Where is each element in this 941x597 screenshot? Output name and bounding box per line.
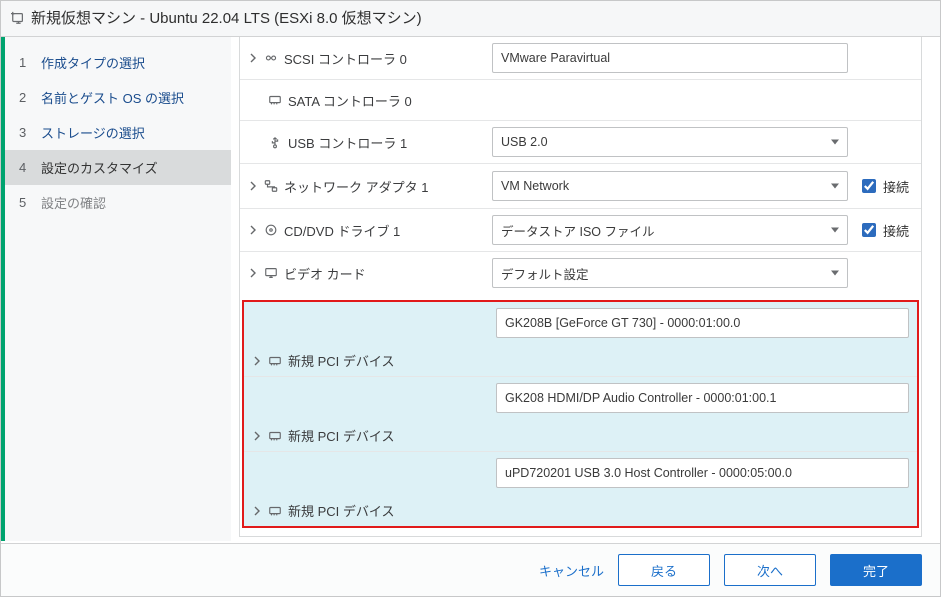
- step-create-type[interactable]: 1 作成タイプの選択: [5, 45, 231, 80]
- monitor-icon: [264, 266, 278, 280]
- chevron-right-icon: [254, 356, 262, 366]
- step-label: 設定の確認: [41, 193, 106, 212]
- video-select[interactable]: デフォルト設定: [492, 258, 848, 288]
- dialog-title: 新規仮想マシン - Ubuntu 22.04 LTS (ESXi 8.0 仮想マ…: [31, 7, 422, 28]
- row-label[interactable]: 新規 PCI デバイス: [244, 501, 496, 520]
- chevron-right-icon: [254, 506, 262, 516]
- chevron-down-icon: [831, 184, 839, 189]
- chevron-right-icon: [250, 181, 258, 191]
- row-video: ビデオ カード デフォルト設定: [240, 251, 921, 294]
- step-num: 1: [19, 55, 31, 70]
- chevron-right-icon: [250, 268, 258, 278]
- row-network: ネットワーク アダプタ 1 VM Network 接続: [240, 163, 921, 208]
- row-label[interactable]: SCSI コントローラ 0: [240, 49, 492, 68]
- select-value: uPD720201 USB 3.0 Host Controller - 0000…: [505, 466, 792, 480]
- step-label: ストレージの選択: [41, 123, 145, 142]
- select-value: VM Network: [501, 179, 569, 193]
- row-label-text: ビデオ カード: [284, 264, 366, 283]
- step-customize[interactable]: 4 設定のカスタマイズ: [5, 150, 231, 185]
- select-value: VMware Paravirtual: [501, 51, 610, 65]
- chevron-right-icon: [250, 225, 258, 235]
- dialog: 新規仮想マシン - Ubuntu 22.04 LTS (ESXi 8.0 仮想マ…: [0, 0, 941, 597]
- pci3-value[interactable]: uPD720201 USB 3.0 Host Controller - 0000…: [496, 458, 909, 488]
- settings-panel[interactable]: SCSI コントローラ 0 VMware Paravirtual SA: [231, 37, 940, 541]
- row-pci-2: 新規 PCI デバイス GK208 HDMI/DP Audio Controll…: [244, 376, 917, 451]
- row-pci-1: 新規 PCI デバイス GK208B [GeForce GT 730] - 00…: [244, 302, 917, 376]
- checkbox-label: 接続: [883, 177, 909, 196]
- step-label: 作成タイプの選択: [41, 53, 145, 72]
- step-name-os[interactable]: 2 名前とゲスト OS の選択: [5, 80, 231, 115]
- step-label: 名前とゲスト OS の選択: [41, 88, 184, 107]
- row-label[interactable]: 新規 PCI デバイス: [244, 351, 496, 370]
- back-button[interactable]: 戻る: [618, 554, 710, 586]
- row-label-text: 新規 PCI デバイス: [288, 501, 395, 520]
- usb-select[interactable]: USB 2.0: [492, 127, 848, 157]
- row-label[interactable]: ネットワーク アダプタ 1: [240, 177, 492, 196]
- row-label-text: 新規 PCI デバイス: [288, 426, 395, 445]
- chevron-right-icon: [254, 431, 262, 441]
- select-value: デフォルト設定: [501, 264, 589, 283]
- row-label[interactable]: 新規 PCI デバイス: [244, 426, 496, 445]
- scsi-select[interactable]: VMware Paravirtual: [492, 43, 848, 73]
- network-connect-checkbox[interactable]: 接続: [858, 176, 909, 196]
- chevron-down-icon: [831, 271, 839, 276]
- select-value: GK208 HDMI/DP Audio Controller - 0000:01…: [505, 391, 776, 405]
- step-storage[interactable]: 3 ストレージの選択: [5, 115, 231, 150]
- checkbox[interactable]: [862, 223, 876, 237]
- select-value: USB 2.0: [501, 135, 548, 149]
- row-label[interactable]: USB コントローラ 1: [240, 133, 492, 152]
- next-button[interactable]: 次へ: [724, 554, 816, 586]
- checkbox-label: 接続: [883, 221, 909, 240]
- row-label[interactable]: ビデオ カード: [240, 264, 492, 283]
- vm-new-icon: [11, 11, 25, 25]
- step-label: 設定のカスタマイズ: [41, 158, 158, 177]
- row-scsi: SCSI コントローラ 0 VMware Paravirtual: [240, 37, 921, 79]
- chevron-down-icon: [831, 228, 839, 233]
- row-label-text: CD/DVD ドライブ 1: [284, 221, 400, 240]
- pci1-value[interactable]: GK208B [GeForce GT 730] - 0000:01:00.0: [496, 308, 909, 338]
- network-icon: [264, 179, 278, 193]
- scsi-icon: [264, 51, 278, 65]
- wizard-steps: 1 作成タイプの選択 2 名前とゲスト OS の選択 3 ストレージの選択 4 …: [1, 37, 231, 541]
- cd-select[interactable]: データストア ISO ファイル: [492, 215, 848, 245]
- row-sata: SATA コントローラ 0: [240, 79, 921, 120]
- pci-devices-highlight: 新規 PCI デバイス GK208B [GeForce GT 730] - 00…: [242, 300, 919, 528]
- row-label-text: ネットワーク アダプタ 1: [284, 177, 428, 196]
- row-usb: USB コントローラ 1 USB 2.0: [240, 120, 921, 163]
- row-label[interactable]: CD/DVD ドライブ 1: [240, 221, 492, 240]
- step-num: 2: [19, 90, 31, 105]
- row-label-text: 新規 PCI デバイス: [288, 351, 395, 370]
- pci-card-icon: [268, 93, 282, 107]
- titlebar: 新規仮想マシン - Ubuntu 22.04 LTS (ESXi 8.0 仮想マ…: [1, 1, 940, 37]
- step-num: 3: [19, 125, 31, 140]
- finish-button[interactable]: 完了: [830, 554, 922, 586]
- chevron-down-icon: [831, 140, 839, 145]
- select-value: GK208B [GeForce GT 730] - 0000:01:00.0: [505, 316, 740, 330]
- row-cd: CD/DVD ドライブ 1 データストア ISO ファイル 接続: [240, 208, 921, 251]
- pci-card-icon: [268, 504, 282, 518]
- step-num: 4: [19, 160, 31, 175]
- step-num: 5: [19, 195, 31, 210]
- network-select[interactable]: VM Network: [492, 171, 848, 201]
- row-pci-3: 新規 PCI デバイス uPD720201 USB 3.0 Host Contr…: [244, 451, 917, 526]
- select-value: データストア ISO ファイル: [501, 221, 654, 240]
- row-label-text: USB コントローラ 1: [288, 133, 407, 152]
- cancel-button[interactable]: キャンセル: [539, 561, 604, 580]
- disc-icon: [264, 223, 278, 237]
- row-label-text: SCSI コントローラ 0: [284, 49, 407, 68]
- usb-icon: [268, 135, 282, 149]
- pci-card-icon: [268, 429, 282, 443]
- checkbox[interactable]: [862, 179, 876, 193]
- row-label[interactable]: SATA コントローラ 0: [240, 91, 492, 110]
- pci2-value[interactable]: GK208 HDMI/DP Audio Controller - 0000:01…: [496, 383, 909, 413]
- row-label-text: SATA コントローラ 0: [288, 91, 412, 110]
- pci-card-icon: [268, 354, 282, 368]
- chevron-right-icon: [250, 53, 258, 63]
- dialog-footer: キャンセル 戻る 次へ 完了: [1, 543, 940, 596]
- step-confirm[interactable]: 5 設定の確認: [5, 185, 231, 220]
- dialog-body: 1 作成タイプの選択 2 名前とゲスト OS の選択 3 ストレージの選択 4 …: [1, 37, 940, 541]
- cd-connect-checkbox[interactable]: 接続: [858, 220, 909, 240]
- settings-list: SCSI コントローラ 0 VMware Paravirtual SA: [239, 37, 922, 537]
